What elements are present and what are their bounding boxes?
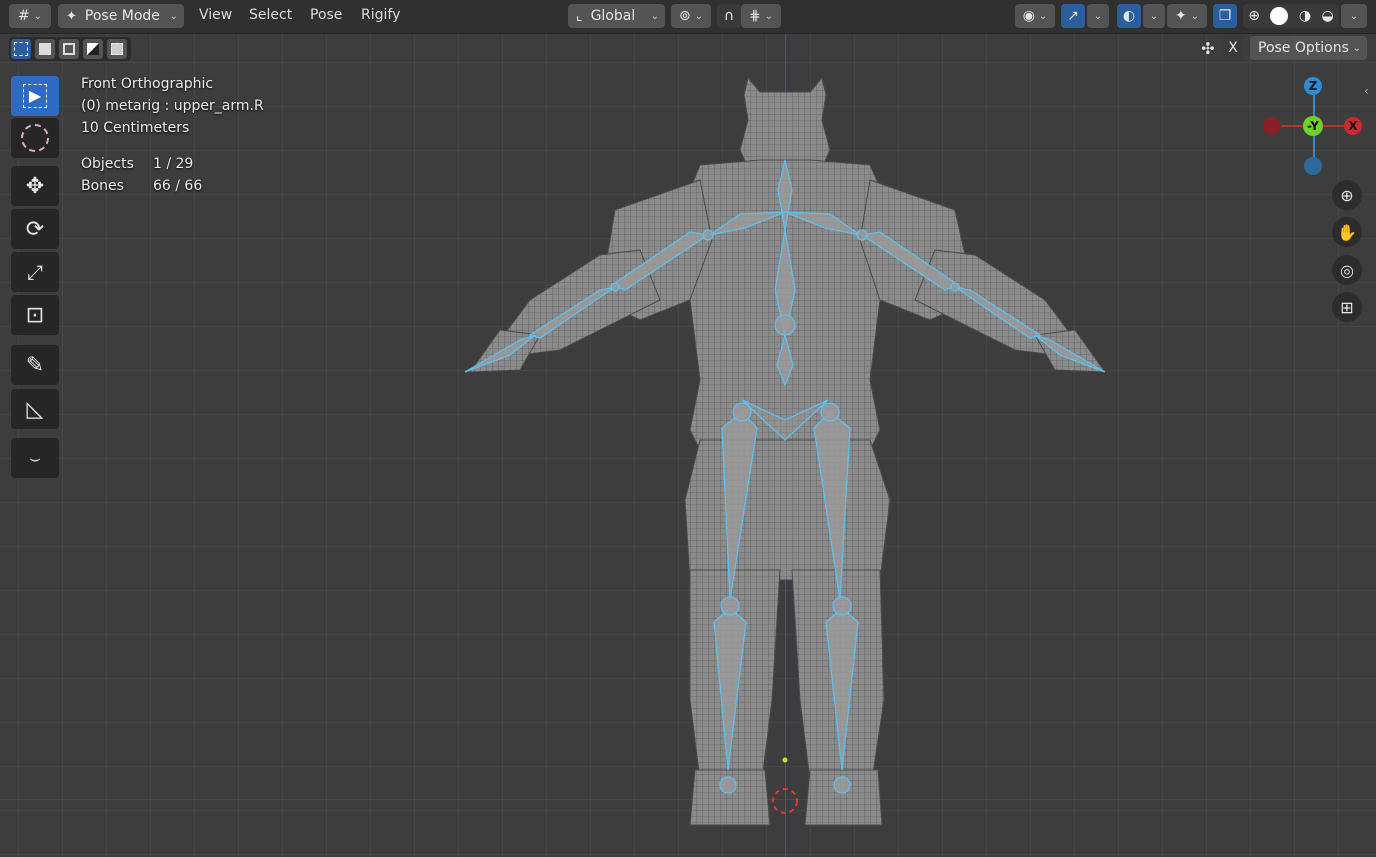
zoom-button[interactable]: ⊕ — [1332, 180, 1362, 210]
menu-view[interactable]: View — [199, 7, 232, 23]
gizmo-icon: ↗ — [1067, 8, 1079, 24]
stats-objects-value: 1 / 29 — [153, 156, 194, 172]
select-invert-icon — [87, 43, 99, 55]
pose-options-dropdown[interactable]: Pose Options ⌄ — [1250, 36, 1367, 60]
transform-orientation-dropdown[interactable]: ⌞ Global ⌄ — [568, 4, 665, 28]
butterfly-mirror-icon[interactable]: ✣ — [1197, 37, 1219, 59]
orientation-label: Global — [590, 8, 636, 24]
scale-icon: ⤢ — [27, 260, 43, 284]
pan-button[interactable]: ✋ — [1332, 217, 1362, 247]
zoom-icon: ⊕ — [1340, 185, 1354, 205]
transform-tool[interactable]: ⊡ — [11, 295, 59, 335]
menu-select[interactable]: Select — [249, 7, 292, 23]
scale-tool[interactable]: ⤢ — [11, 252, 59, 292]
annotate-icon: ✎ — [25, 352, 45, 378]
measure-icon: ◺ — [26, 396, 44, 422]
gizmo-toggle[interactable]: ↗ — [1061, 4, 1085, 28]
mode-label: Pose Mode — [84, 8, 160, 24]
rendered-shading-icon[interactable]: ◒ — [1322, 8, 1334, 24]
select-mode-subtract[interactable] — [59, 39, 79, 59]
snap-toggle[interactable]: ∩ — [717, 4, 741, 28]
mirror-x-label: X — [1228, 40, 1238, 56]
pose-options-label: Pose Options — [1258, 40, 1349, 56]
gizmo-neg-x-axis[interactable] — [1263, 117, 1281, 135]
pose-overlay-icon: ✦ — [1174, 8, 1187, 24]
3d-viewport[interactable] — [0, 0, 1376, 857]
gizmo-x-axis[interactable]: X — [1344, 117, 1362, 135]
select-box-icon: ▶ — [23, 84, 47, 108]
shading-modes: ⊕ ◑ ◒ — [1243, 4, 1339, 28]
xray-icon: ❐ — [1218, 8, 1232, 24]
snap-target-dropdown[interactable]: ⋕ ⌄ — [741, 4, 781, 28]
solid-shading-icon[interactable] — [1270, 7, 1289, 25]
stats-bones-label: Bones — [81, 178, 124, 194]
gizmo-dropdown[interactable]: ⌄ — [1087, 4, 1109, 28]
wireframe-shading-icon[interactable]: ⊕ — [1248, 8, 1260, 24]
grid-scale: 10 Centimeters — [81, 120, 190, 136]
xray-toggle[interactable]: ❐ — [1213, 4, 1237, 28]
select-set-icon — [14, 42, 28, 56]
cursor-tool[interactable] — [11, 118, 59, 158]
camera-icon: ◎ — [1340, 260, 1354, 280]
rotate-tool[interactable]: ⟳ — [11, 209, 59, 249]
pan-hand-icon: ✋ — [1337, 222, 1357, 242]
material-shading-icon[interactable]: ◑ — [1299, 8, 1311, 24]
relax-pose-tool[interactable]: ⌣ — [11, 438, 59, 478]
gizmo-neg-y-axis[interactable]: -Y — [1303, 116, 1323, 136]
select-mode-extend[interactable] — [35, 39, 55, 59]
select-box-tool[interactable]: ▶ — [11, 76, 59, 116]
bone-overlay-dropdown[interactable]: ✦ ⌄ — [1167, 4, 1207, 28]
3d-viewport-icon: # — [17, 8, 30, 24]
camera-view-button[interactable]: ◎ — [1332, 255, 1362, 285]
move-tool[interactable]: ✥ — [11, 166, 59, 206]
select-extend-icon — [39, 43, 51, 55]
editor-type-button[interactable]: # ⌄ — [9, 4, 51, 28]
orientation-icon: ⌞ — [576, 8, 583, 24]
select-mode-invert[interactable] — [83, 39, 103, 59]
mirror-x-toggle[interactable]: X — [1223, 36, 1243, 60]
sidebar-toggle-icon[interactable]: ‹ — [1364, 84, 1369, 98]
gizmo-neg-z-axis[interactable] — [1304, 157, 1322, 175]
stats-bones-value: 66 / 66 — [153, 178, 203, 194]
cursor-icon — [21, 124, 49, 152]
shading-dropdown[interactable]: ⌄ — [1341, 4, 1367, 28]
annotate-tool[interactable]: ✎ — [11, 345, 59, 385]
gizmo-z-axis[interactable]: Z — [1304, 77, 1322, 95]
transform-icon: ⊡ — [25, 302, 45, 328]
snap-icon: ∩ — [723, 8, 735, 24]
character-model[interactable] — [0, 0, 1376, 857]
ortho-toggle-button[interactable]: ⊞ — [1332, 292, 1362, 322]
select-mode-intersect[interactable] — [107, 39, 127, 59]
select-mode-set[interactable] — [11, 39, 31, 59]
select-mode-group — [9, 37, 131, 61]
move-icon: ✥ — [25, 173, 45, 199]
menu-rigify[interactable]: Rigify — [361, 7, 400, 23]
pose-icon: ✦ — [66, 8, 77, 24]
rotate-icon: ⟳ — [25, 216, 45, 242]
grid-ortho-icon: ⊞ — [1340, 297, 1354, 317]
select-subtract-icon — [63, 43, 75, 55]
pivot-point-dropdown[interactable]: ⊚ ⌄ — [671, 4, 711, 28]
snap-increment-icon: ⋕ — [748, 8, 761, 24]
stats-objects-label: Objects — [81, 156, 134, 172]
viewport-header: # ⌄ ✦ Pose Mode ⌄ View Select Pose Rigify… — [0, 0, 1376, 34]
menu-pose[interactable]: Pose — [310, 7, 342, 23]
overlay-icon: ◐ — [1122, 8, 1136, 24]
view-name: Front Orthographic — [81, 76, 214, 92]
overlay-dropdown[interactable]: ⌄ — [1143, 4, 1165, 28]
visibility-dropdown[interactable]: ◉ ⌄ — [1015, 4, 1055, 28]
mode-dropdown[interactable]: ✦ Pose Mode ⌄ — [58, 4, 184, 28]
pivot-point-icon: ⊚ — [678, 8, 691, 24]
overlay-toggle[interactable]: ◐ — [1117, 4, 1141, 28]
measure-tool[interactable]: ◺ — [11, 389, 59, 429]
select-intersect-icon — [111, 43, 123, 55]
active-object-bone: (0) metarig : upper_arm.R — [81, 98, 264, 114]
3d-cursor — [772, 757, 798, 814]
pose-relax-icon: ⌣ — [29, 447, 41, 469]
eye-icon: ◉ — [1022, 8, 1035, 24]
